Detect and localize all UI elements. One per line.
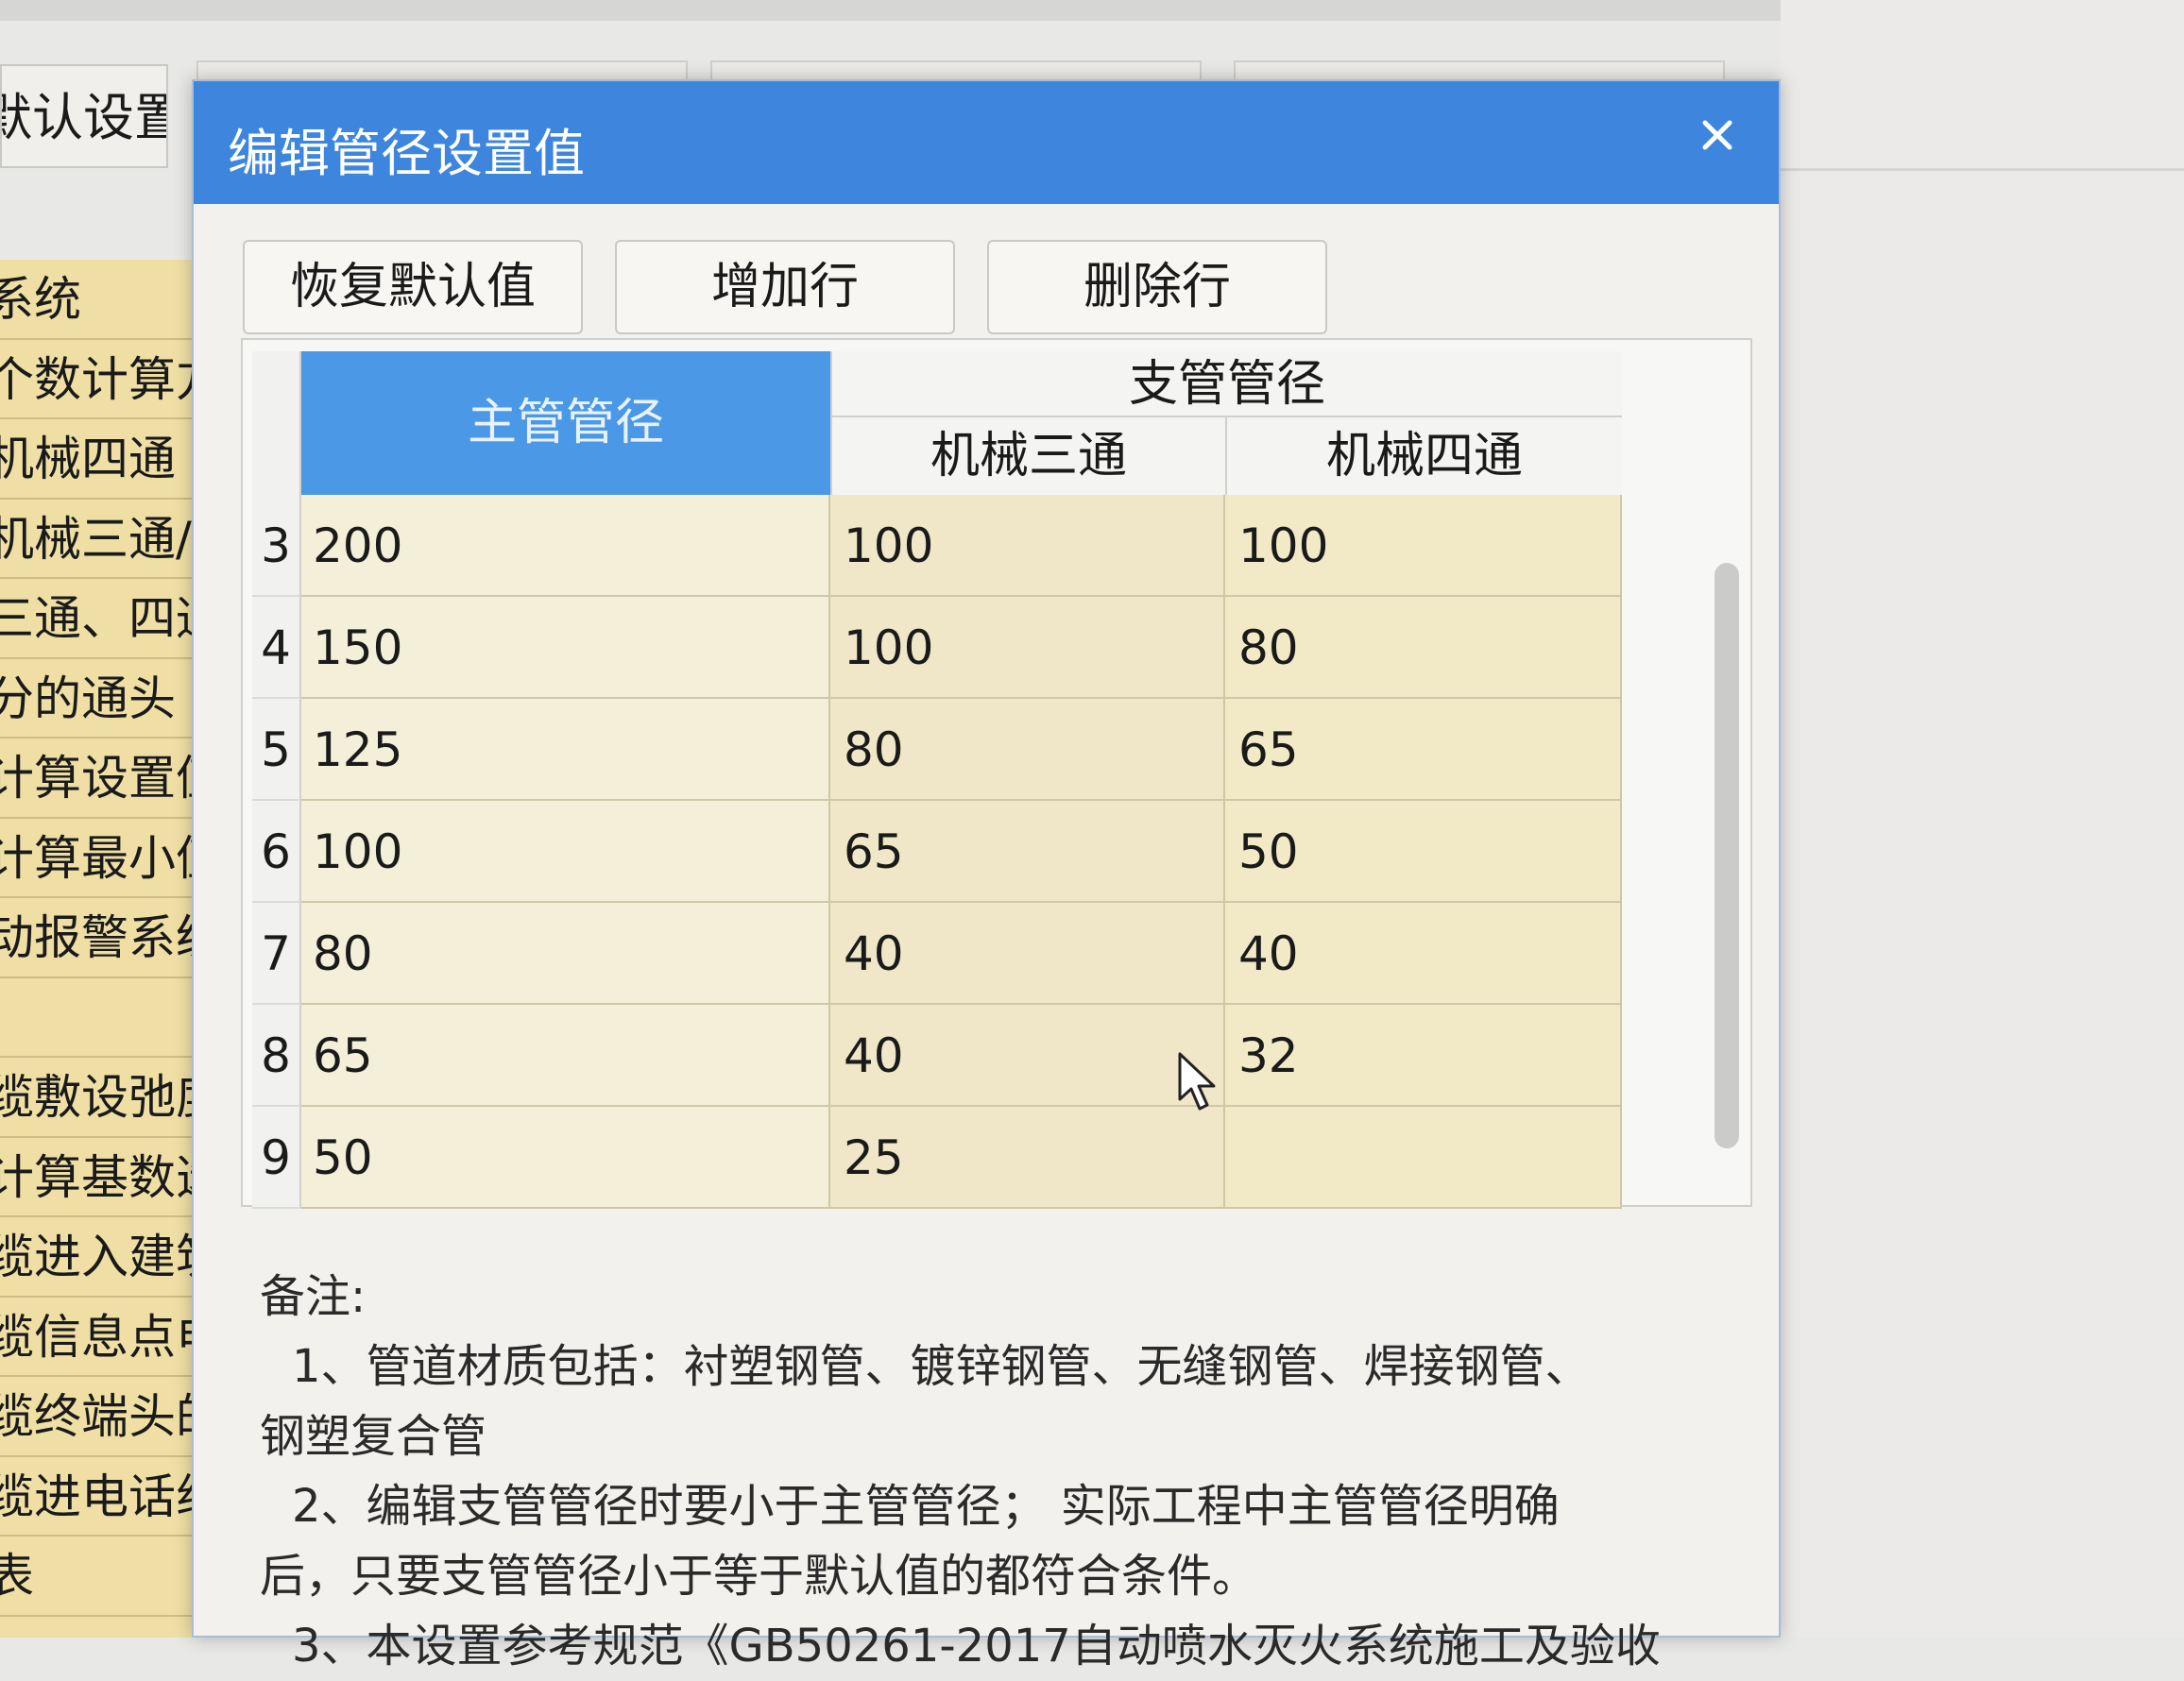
default-settings-button[interactable]: 默认设置: [0, 64, 168, 168]
background-divider: [1781, 168, 2184, 171]
note-line: 钢塑复合管: [260, 1410, 487, 1463]
note-line: 3、本设置参考规范《GB50261-2017自动喷水灭火系统施工及验收: [292, 1620, 1661, 1673]
tee-branch-cell[interactable]: 100: [830, 597, 1225, 699]
main-pipe-cell[interactable]: 150: [301, 597, 830, 699]
tee-branch-cell[interactable]: 40: [830, 1005, 1225, 1107]
cross-branch-cell[interactable]: 100: [1225, 495, 1622, 597]
main-pipe-cell[interactable]: 200: [301, 495, 830, 597]
cross-header[interactable]: 机械四通: [1225, 417, 1622, 495]
vertical-scrollbar[interactable]: [1715, 563, 1739, 1148]
background-right-panel: [1781, 0, 2184, 1638]
mouse-pointer-icon: [1178, 1052, 1216, 1111]
cross-branch-cell[interactable]: 65: [1225, 699, 1622, 801]
note-line: 后，只要支管管径小于等于默认值的都符合条件。: [260, 1550, 1258, 1603]
row-number: 3: [252, 495, 301, 597]
tee-branch-cell[interactable]: 100: [830, 495, 1225, 597]
dialog-title: 编辑管径设置值: [228, 124, 585, 183]
note-line: 1、管道材质包括：衬塑钢管、镀锌钢管、无缝钢管、焊接钢管、: [292, 1340, 1591, 1393]
tee-header[interactable]: 机械三通: [830, 417, 1225, 495]
main-pipe-cell[interactable]: 100: [301, 801, 830, 903]
main-pipe-cell[interactable]: 65: [301, 1005, 830, 1107]
branch-pipe-header: 支管管径: [830, 351, 1622, 417]
tee-branch-cell[interactable]: 65: [830, 801, 1225, 903]
cross-branch-cell[interactable]: 80: [1225, 597, 1622, 699]
cross-branch-cell[interactable]: 32: [1225, 1005, 1622, 1107]
table-row[interactable]: 7 80 40 40: [252, 903, 1622, 1005]
table-row[interactable]: 8 65 40 32: [252, 1005, 1622, 1107]
restore-defaults-button[interactable]: 恢复默认值: [243, 240, 583, 334]
row-number: 8: [252, 1005, 301, 1107]
row-number: 6: [252, 801, 301, 903]
tee-branch-cell[interactable]: 25: [830, 1107, 1225, 1209]
table-row[interactable]: 3 200 100 100: [252, 495, 1622, 597]
edit-pipe-diameter-dialog: 编辑管径设置值 恢复默认值 增加行 删除行 主管管径 支管管径 机械三通 机械四…: [192, 79, 1781, 1673]
table-row[interactable]: 4 150 100 80: [252, 597, 1622, 699]
row-number: 4: [252, 597, 301, 699]
delete-row-button[interactable]: 删除行: [987, 240, 1327, 334]
add-row-button[interactable]: 增加行: [615, 240, 955, 334]
main-pipe-cell[interactable]: 125: [301, 699, 830, 801]
table-row[interactable]: 5 125 80 65: [252, 699, 1622, 801]
note-line: 2、编辑支管管径时要小于主管管径； 实际工程中主管管径明确: [292, 1480, 1560, 1533]
notes-heading: 备注:: [260, 1270, 367, 1323]
notes-section: 备注: 1、管道材质包括：衬塑钢管、镀锌钢管、无缝钢管、焊接钢管、 钢塑复合管 …: [260, 1262, 1733, 1681]
dialog-titlebar[interactable]: 编辑管径设置值: [194, 81, 1779, 204]
table-row[interactable]: 9 50 25: [252, 1107, 1622, 1209]
row-number: 9: [252, 1107, 301, 1209]
main-pipe-cell[interactable]: 80: [301, 903, 830, 1005]
cross-branch-cell[interactable]: 50: [1225, 801, 1622, 903]
tee-branch-cell[interactable]: 40: [830, 903, 1225, 1005]
tee-branch-cell[interactable]: 80: [830, 699, 1225, 801]
row-number: 5: [252, 699, 301, 801]
main-pipe-header[interactable]: 主管管径: [301, 351, 830, 495]
pipe-diameter-grid: 主管管径 支管管径 机械三通 机械四通 3 200 100 100 4 150 100 80 5…: [241, 338, 1752, 1209]
table-row[interactable]: 6 100 65 50: [252, 801, 1622, 903]
cross-branch-cell[interactable]: 40: [1225, 903, 1622, 1005]
cross-branch-cell[interactable]: [1225, 1107, 1622, 1209]
row-number: 7: [252, 903, 301, 1005]
close-icon[interactable]: [1684, 102, 1750, 168]
main-pipe-cell[interactable]: 50: [301, 1107, 830, 1209]
